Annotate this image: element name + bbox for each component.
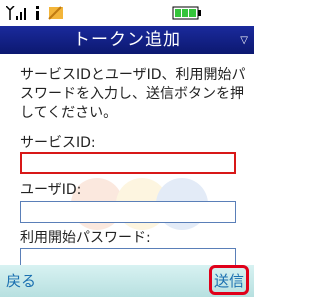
mail-icon <box>48 6 63 20</box>
chevron-down-icon[interactable]: ▽ <box>240 35 248 47</box>
send-softkey[interactable]: 送信 <box>209 265 249 295</box>
softkey-bar: 戻る 送信 <box>0 265 254 297</box>
user-id-input[interactable] <box>20 201 236 223</box>
form-area: サービスIDとユーザID、利用開始パスワードを入力し、送信ボタンを押してください… <box>0 54 254 265</box>
start-password-input[interactable] <box>20 248 236 265</box>
service-id-label: サービスID: <box>20 135 96 151</box>
user-id-label: ユーザID: <box>20 182 82 198</box>
title-bar: トークン追加 ▽ <box>0 26 254 54</box>
page-title: トークン追加 <box>73 30 181 50</box>
signal-strength-icon <box>6 6 26 20</box>
i-mode-icon <box>36 6 39 20</box>
status-bar <box>0 0 254 26</box>
battery-icon <box>172 6 201 20</box>
service-id-input[interactable] <box>20 152 236 174</box>
back-softkey[interactable]: 戻る <box>6 265 36 297</box>
start-password-label: 利用開始パスワード: <box>20 230 151 246</box>
instruction-text: サービスIDとユーザID、利用開始パスワードを入力し、送信ボタンを押してください… <box>20 67 246 121</box>
